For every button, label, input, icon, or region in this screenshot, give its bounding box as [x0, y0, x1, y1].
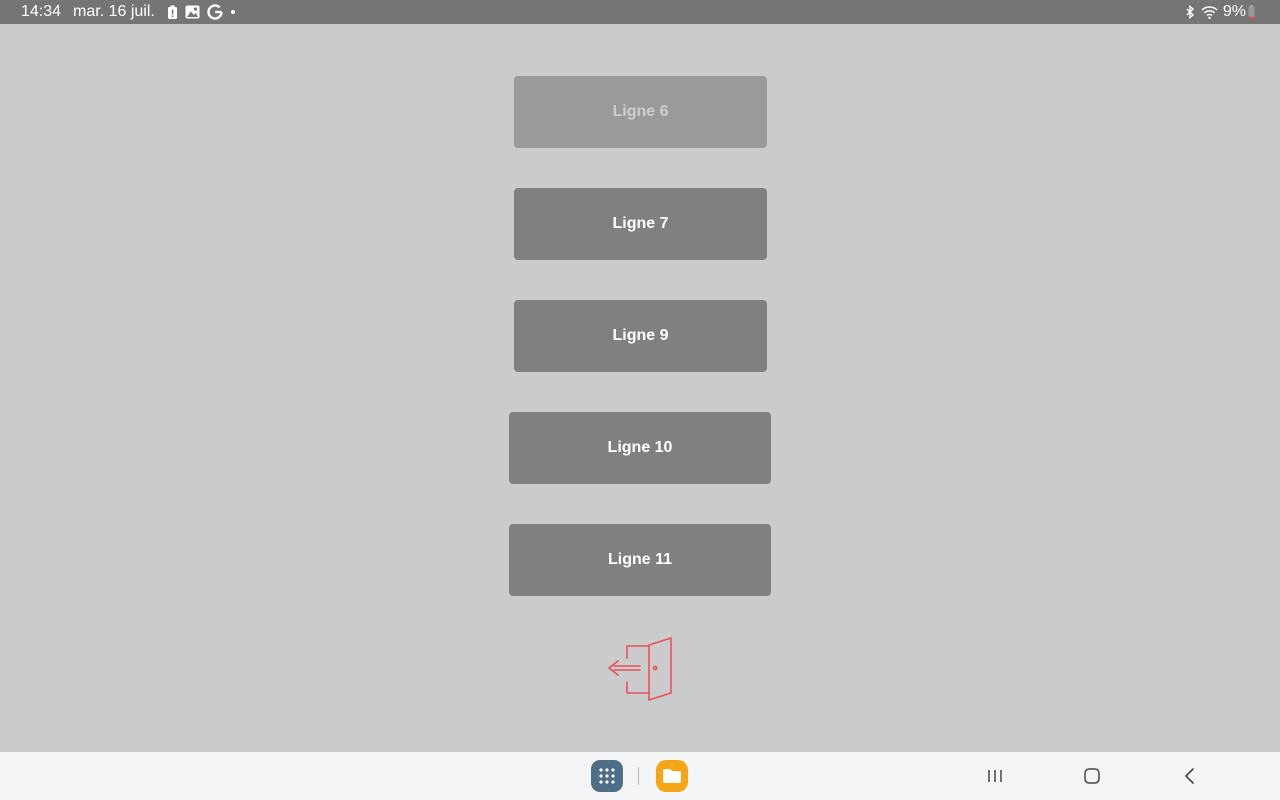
google-icon: [207, 4, 223, 20]
exit-button[interactable]: [604, 634, 676, 702]
line-selection-screen: Ligne 6 Ligne 7 Ligne 9 Ligne 10 Ligne 1…: [0, 24, 1280, 752]
battery-alert-icon: [167, 5, 178, 19]
status-right: 9%: [1184, 3, 1260, 21]
line-button-label: Ligne 6: [612, 103, 669, 120]
battery-level: 9%: [1222, 3, 1246, 20]
dot-icon: [230, 9, 236, 15]
line-button-label: Ligne 11: [607, 551, 673, 568]
gallery-icon: [185, 5, 200, 19]
line-button-11[interactable]: Ligne 11: [509, 524, 771, 596]
line-button-label: Ligne 10: [607, 439, 673, 456]
folder-icon: [663, 769, 681, 783]
line-button-6[interactable]: Ligne 6: [514, 76, 767, 148]
wifi-icon: [1201, 5, 1218, 19]
dock-divider: [638, 767, 639, 785]
files-icon[interactable]: [656, 760, 688, 792]
recents-icon[interactable]: [983, 764, 1007, 788]
status-time: 14:34: [21, 3, 62, 20]
back-icon[interactable]: [1178, 764, 1202, 788]
line-button-label: Ligne 7: [612, 215, 669, 232]
exit-door-icon: [608, 637, 672, 701]
line-button-9[interactable]: Ligne 9: [514, 300, 767, 372]
app-drawer-icon[interactable]: [591, 760, 623, 792]
grid-icon: [599, 768, 615, 784]
battery-icon: [1248, 5, 1255, 19]
line-button-7[interactable]: Ligne 7: [514, 188, 767, 260]
navigation-bar: [0, 752, 1280, 800]
bluetooth-icon: [1184, 5, 1196, 19]
status-date: mar. 16 juil.: [73, 3, 155, 20]
status-left: 14:34 mar. 16 juil.: [21, 3, 243, 21]
status-bar: 14:34 mar. 16 juil. 9%: [0, 0, 1280, 24]
line-button-10[interactable]: Ligne 10: [509, 412, 771, 484]
home-icon[interactable]: [1080, 764, 1104, 788]
line-button-label: Ligne 9: [612, 327, 669, 344]
